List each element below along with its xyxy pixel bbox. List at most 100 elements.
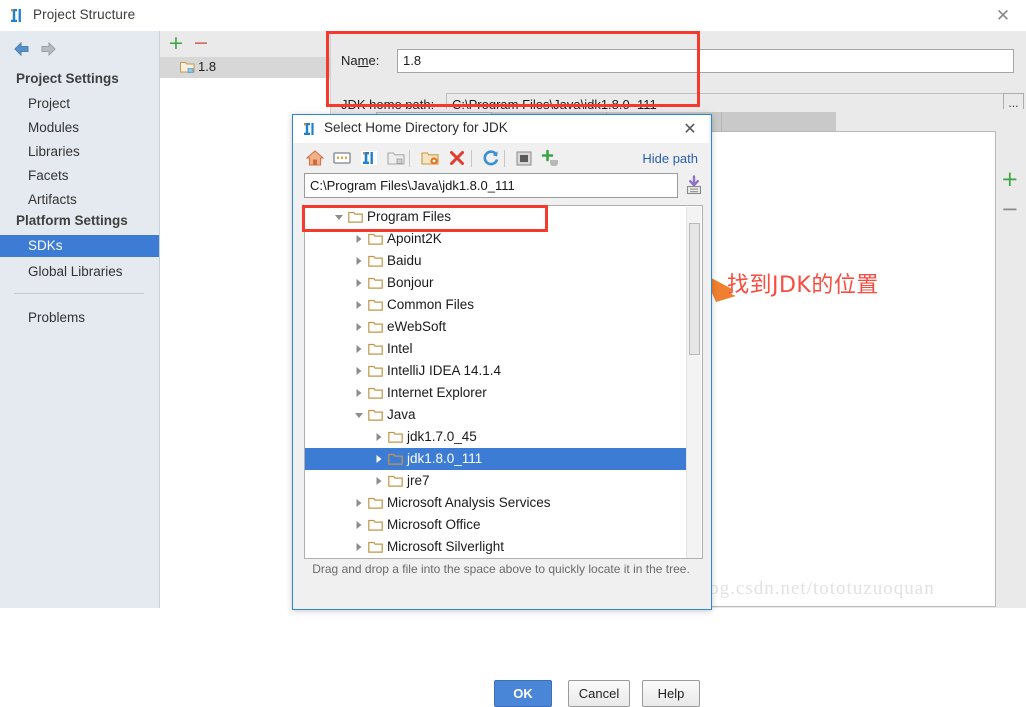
chevron-right-icon[interactable] (353, 514, 365, 536)
tree-row[interactable]: jdk1.8.0_111 (305, 448, 686, 470)
tree-row-label: jdk1.8.0_111 (407, 451, 483, 466)
tree-row[interactable]: Microsoft Analysis Services (305, 492, 686, 514)
tree-row[interactable]: Baidu (305, 250, 686, 272)
tree-row[interactable]: Intel (305, 338, 686, 360)
toolbar-divider (471, 150, 472, 167)
sidebar-item-modules[interactable]: Modules (0, 117, 159, 139)
sidebar-item-artifacts[interactable]: Artifacts (0, 189, 159, 211)
sidebar-item-sdks[interactable]: SDKs (0, 235, 159, 257)
tree-row[interactable]: jdk1.7.0_45 (305, 426, 686, 448)
window-title: Project Structure (33, 7, 136, 22)
forward-arrow-icon[interactable] (38, 40, 58, 58)
tree-row[interactable]: Apoint2K (305, 228, 686, 250)
tree-row[interactable]: Program Files (305, 206, 686, 228)
chevron-right-icon[interactable] (373, 426, 385, 448)
tree-row-label: Intel (387, 341, 413, 356)
classpath-side-toolbar: + − (997, 131, 1026, 607)
add-classpath-button[interactable]: + (1001, 169, 1019, 190)
chevron-right-icon[interactable] (353, 294, 365, 316)
project-icon[interactable] (359, 148, 379, 168)
settings-sidebar: Project Settings Project Modules Librari… (0, 31, 160, 608)
name-label: Name: (341, 53, 380, 68)
tree-row-label: Java (387, 407, 416, 422)
folder-icon (368, 514, 383, 536)
navigation-arrows (0, 35, 159, 65)
back-arrow-icon[interactable] (12, 40, 32, 58)
chevron-right-icon[interactable] (353, 536, 365, 558)
save-to-disk-icon[interactable] (685, 175, 703, 195)
remove-sdk-button[interactable]: − (193, 33, 209, 53)
chevron-right-icon[interactable] (353, 382, 365, 404)
chevron-right-icon[interactable] (353, 492, 365, 514)
folder-icon (348, 206, 363, 228)
tree-row-label: Bonjour (387, 275, 434, 290)
help-button[interactable]: Help (642, 680, 700, 707)
sidebar-item-facets[interactable]: Facets (0, 165, 159, 187)
chevron-right-icon[interactable] (353, 250, 365, 272)
tree-row-label: Baidu (387, 253, 422, 268)
dialog-toolbar: Hide path (293, 143, 709, 173)
tree-row-label: Microsoft Silverlight (387, 539, 505, 554)
chevron-right-icon[interactable] (353, 272, 365, 294)
folder-icon (388, 448, 403, 470)
tree-row[interactable]: jre7 (305, 470, 686, 492)
chevron-right-icon[interactable] (373, 448, 385, 470)
sdk-list-item-1-8[interactable]: 1.8 (160, 57, 330, 78)
chevron-right-icon[interactable] (353, 316, 365, 338)
chevron-right-icon[interactable] (353, 338, 365, 360)
tree-scrollbar-thumb[interactable] (689, 223, 700, 355)
close-icon[interactable]: ✕ (986, 4, 1020, 28)
tree-row-label: Microsoft Office (387, 517, 481, 532)
folder-icon (368, 382, 383, 404)
show-hidden-icon[interactable] (514, 148, 534, 168)
tree-row[interactable]: Microsoft Silverlight (305, 536, 686, 558)
tree-row-label: Apoint2K (387, 231, 442, 246)
sidebar-item-problems[interactable]: Problems (0, 307, 159, 329)
tree-row[interactable]: IntelliJ IDEA 14.1.4 (305, 360, 686, 382)
tree-row-label: jdk1.7.0_45 (407, 429, 477, 444)
path-input[interactable]: C:\Program Files\Java\jdk1.8.0_111 (304, 173, 678, 198)
sidebar-item-global-libraries[interactable]: Global Libraries (0, 261, 159, 283)
tree-scrollbar[interactable] (686, 207, 701, 558)
tree-row[interactable]: Common Files (305, 294, 686, 316)
sdk-list-toolbar: + − (160, 31, 330, 57)
sdk-name-input[interactable]: 1.8 (397, 49, 1014, 73)
sidebar-item-libraries[interactable]: Libraries (0, 141, 159, 163)
desktop-icon[interactable] (332, 148, 352, 168)
cancel-button[interactable]: Cancel (568, 680, 630, 707)
chevron-right-icon[interactable] (373, 470, 385, 492)
directory-tree[interactable]: Program Files Apoint2K Baidu Bonjour Common … (304, 205, 703, 559)
sidebar-item-project[interactable]: Project (0, 93, 159, 115)
ok-button[interactable]: OK (494, 680, 552, 707)
tree-row-label: Program Files (367, 209, 452, 224)
tree-row[interactable]: Internet Explorer (305, 382, 686, 404)
refresh-icon[interactable] (481, 148, 501, 168)
tree-row[interactable]: Java (305, 404, 686, 426)
tree-row[interactable]: Bonjour (305, 272, 686, 294)
new-item-icon[interactable] (541, 148, 561, 168)
dialog-close-icon[interactable]: ✕ (676, 117, 704, 141)
tree-row-label: Common Files (387, 297, 475, 312)
window-titlebar: Project Structure ✕ (0, 0, 1026, 32)
folder-icon (388, 426, 403, 448)
chevron-down-icon[interactable] (333, 206, 345, 228)
tree-row[interactable]: eWebSoft (305, 316, 686, 338)
tree-row-label: IntelliJ IDEA 14.1.4 (387, 363, 502, 378)
chevron-down-icon[interactable] (353, 404, 365, 426)
drag-drop-hint: Drag and drop a file into the space abov… (312, 562, 690, 576)
hide-path-link[interactable]: Hide path (642, 151, 698, 166)
home-icon[interactable] (305, 148, 325, 168)
chevron-right-icon[interactable] (353, 228, 365, 250)
chevron-right-icon[interactable] (353, 360, 365, 382)
tree-row-label: eWebSoft (387, 319, 447, 334)
tree-row[interactable]: Microsoft Office (305, 514, 686, 536)
sdk-folder-icon (180, 60, 195, 77)
delete-icon[interactable] (447, 148, 467, 168)
folder-icon (368, 360, 383, 382)
module-dir-icon[interactable] (386, 148, 406, 168)
add-sdk-button[interactable]: + (168, 33, 184, 53)
remove-classpath-button[interactable]: − (1001, 199, 1019, 220)
new-folder-icon[interactable] (420, 148, 440, 168)
folder-icon (368, 536, 383, 558)
tab-documentation[interactable] (721, 112, 836, 131)
